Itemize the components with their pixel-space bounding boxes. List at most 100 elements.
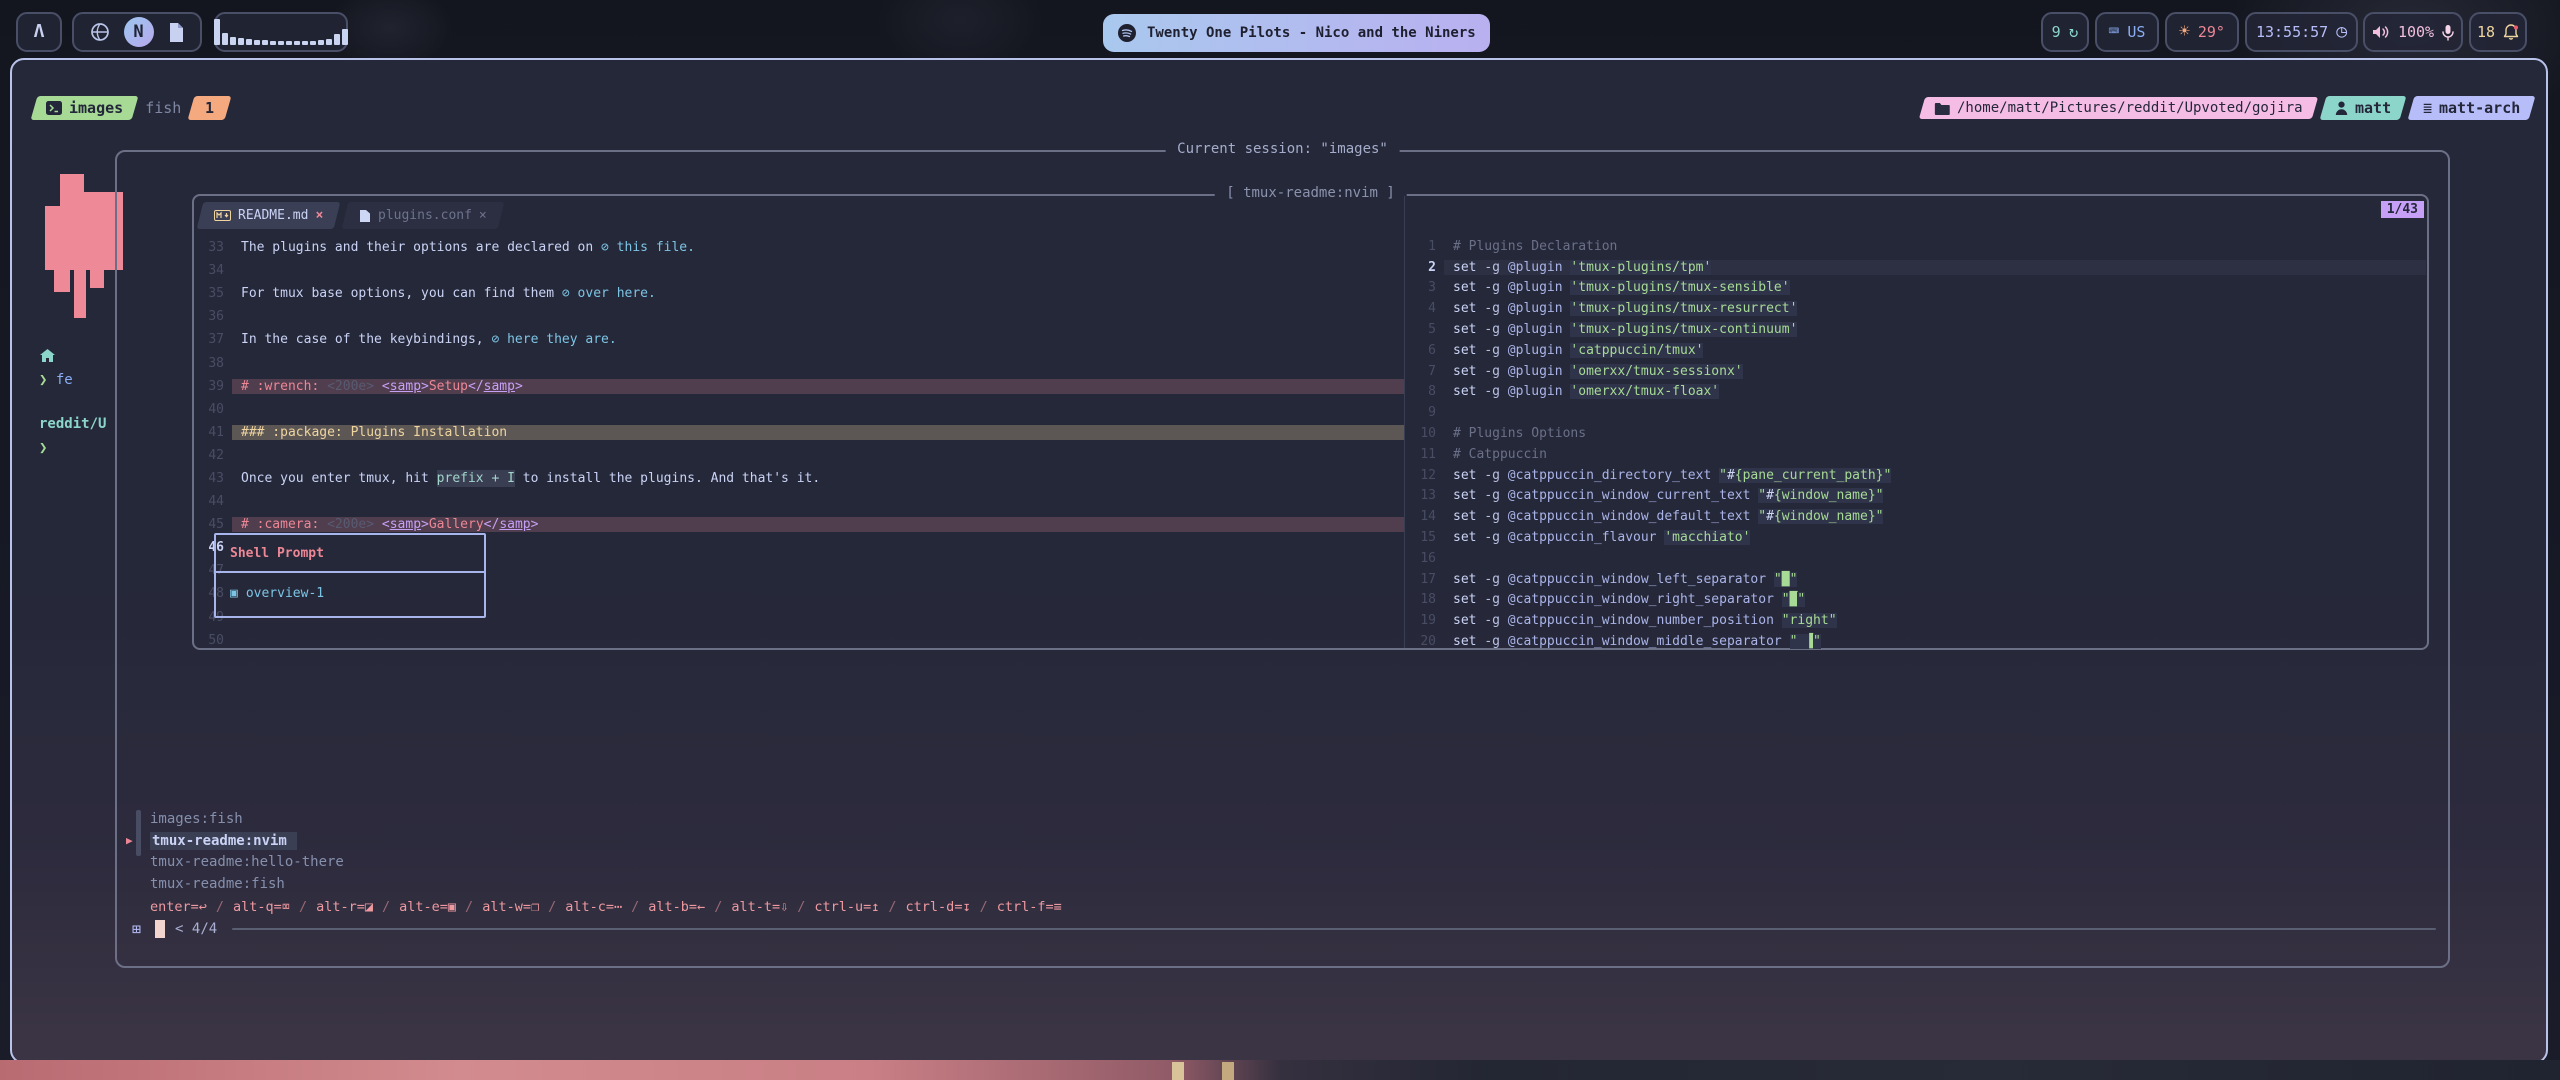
volume-level: 100% bbox=[2398, 23, 2434, 41]
window-grid-icon: ⊞ bbox=[132, 920, 141, 938]
close-tab-icon[interactable]: × bbox=[479, 208, 487, 223]
user-icon bbox=[2335, 101, 2348, 115]
editor-line: 39# :wrench: <200e> <samp>Setup</samp> bbox=[194, 375, 1404, 398]
keyboard-layout-widget[interactable]: ⌨ US bbox=[2095, 12, 2159, 52]
hint-alt-r: alt-r=◪ bbox=[316, 899, 373, 915]
editor-line: 17set -g @catppuccin_window_left_separat… bbox=[1406, 569, 2426, 590]
editor-line: 4set -g @plugin 'tmux-plugins/tmux-resur… bbox=[1406, 298, 2426, 319]
shell-prompt-table: Shell Prompt ▣ overview-1 bbox=[214, 533, 486, 618]
editor-line: 38 bbox=[194, 351, 1404, 374]
terminal-window: images fish 1 /home/matt/Pictures/reddit… bbox=[10, 58, 2548, 1064]
speaker-icon bbox=[2372, 24, 2390, 40]
temperature: 29° bbox=[2198, 23, 2225, 41]
tmux-status-bar: images fish 1 /home/matt/Pictures/reddit… bbox=[34, 94, 2532, 122]
tmux-cwd-segment: /home/matt/Pictures/reddit/Upvoted/gojir… bbox=[1919, 97, 2318, 119]
pane-separator[interactable] bbox=[1404, 196, 1405, 648]
tmux-window-index[interactable]: 1 bbox=[188, 96, 232, 120]
editor-line: 7set -g @plugin 'omerxx/tmux-sessionx' bbox=[1406, 361, 2426, 382]
preview-pane: [ tmux-readme:nvim ] README.md × bbox=[192, 194, 2429, 650]
notifications-widget[interactable]: 18 bbox=[2469, 12, 2527, 52]
neovim-icon[interactable]: N bbox=[124, 17, 154, 47]
editor-line: 20set -g @catppuccin_window_middle_separ… bbox=[1406, 631, 2426, 652]
tab-label: README.md bbox=[238, 208, 308, 223]
dock: N bbox=[72, 12, 202, 52]
weather-widget[interactable]: ☀ 29° bbox=[2165, 12, 2239, 52]
tab-plugins-conf[interactable]: plugins.conf × bbox=[342, 202, 504, 229]
now-playing-widget[interactable]: Twenty One Pilots - Nico and the Niners bbox=[1103, 14, 1490, 52]
editor-line: 14set -g @catppuccin_window_default_text… bbox=[1406, 506, 2426, 527]
tmux-window-name[interactable]: fish bbox=[145, 99, 181, 117]
bg-prompt-dir: reddit/U bbox=[39, 416, 106, 432]
editor-line: 18set -g @catppuccin_window_right_separa… bbox=[1406, 590, 2426, 611]
session-list-item[interactable]: ▶tmux-readme:nvim bbox=[126, 830, 297, 852]
volume-widget[interactable]: 100% bbox=[2363, 12, 2463, 52]
session-name: images:fish bbox=[150, 811, 243, 827]
session-list-item[interactable]: images:fish bbox=[126, 808, 243, 830]
hint-alt-w: alt-w=❐ bbox=[482, 899, 539, 915]
editor-line: 8set -g @plugin 'omerxx/tmux-floax' bbox=[1406, 382, 2426, 403]
browser-icon[interactable] bbox=[90, 22, 110, 42]
editor-line: 11# Catppuccin bbox=[1406, 444, 2426, 465]
updates-widget[interactable]: 9 ↻ bbox=[2041, 12, 2089, 52]
editor-line: 43Once you enter tmux, hit prefix + I to… bbox=[194, 467, 1404, 490]
editor-line: 1# Plugins Declaration bbox=[1406, 236, 2426, 257]
clock-widget[interactable]: 13:55:57 ◷ bbox=[2245, 12, 2358, 52]
bg-prompt-line2: ❯ bbox=[39, 440, 47, 456]
table-cell: ▣ overview-1 bbox=[216, 573, 484, 614]
launcher-button[interactable]: Λ bbox=[16, 12, 62, 52]
hint-ctrl-f: ctrl-f=≡ bbox=[997, 899, 1062, 915]
editor-line: 50 bbox=[194, 629, 1404, 652]
tab-label: plugins.conf bbox=[378, 208, 472, 223]
keybinding-hints: enter=↩/alt-q=⌧/alt-r=◪/alt-e=▣/alt-w=❐/… bbox=[150, 899, 1062, 915]
folder-icon bbox=[1934, 102, 1950, 115]
terminal-icon bbox=[46, 101, 62, 115]
desktop: Λ N Twenty One Pilots - Nico and the Nin… bbox=[0, 0, 2560, 1080]
hint-ctrl-d: ctrl-d=↧ bbox=[906, 899, 971, 915]
close-tab-icon[interactable]: × bbox=[315, 208, 323, 223]
file-manager-icon[interactable] bbox=[168, 22, 185, 43]
editor-line: 36 bbox=[194, 305, 1404, 328]
text-cursor bbox=[155, 920, 165, 938]
editor-line: 10# Plugins Options bbox=[1406, 423, 2426, 444]
preview-title: [ tmux-readme:nvim ] bbox=[1214, 185, 1407, 201]
home-icon bbox=[39, 348, 56, 363]
tab-readme[interactable]: README.md × bbox=[197, 202, 341, 229]
editor-line: 15set -g @catppuccin_flavour 'macchiato' bbox=[1406, 527, 2426, 548]
tab-position-badge: 1/43 bbox=[2381, 201, 2424, 218]
tmux-session-tab[interactable]: images bbox=[31, 96, 139, 120]
updates-count: 9 bbox=[2052, 23, 2061, 41]
session-name: tmux-readme:nvim bbox=[150, 832, 297, 850]
editor-line: 9 bbox=[1406, 402, 2426, 423]
session-list-item[interactable]: tmux-readme:fish bbox=[126, 873, 285, 895]
hint-alt-t: alt-t=⇩ bbox=[731, 899, 788, 915]
host-icon: ≣ bbox=[2423, 99, 2432, 117]
song-title: Twenty One Pilots - Nico and the Niners bbox=[1147, 25, 1476, 41]
tmux-user-segment: matt bbox=[2319, 96, 2406, 120]
editor-line: 6set -g @plugin 'catppuccin/tmux' bbox=[1406, 340, 2426, 361]
hint-alt-e: alt-e=▣ bbox=[399, 899, 456, 915]
editor-line: 33The plugins and their options are decl… bbox=[194, 236, 1404, 259]
bg-prompt-line1: ❯ fe bbox=[39, 372, 73, 388]
image-icon: ▣ bbox=[230, 586, 238, 601]
bell-icon bbox=[2503, 24, 2519, 41]
selection-pointer-icon: ▶ bbox=[126, 834, 150, 847]
tmux-session-name: images bbox=[69, 99, 123, 117]
hint-alt-b: alt-b=← bbox=[648, 899, 705, 915]
editor-line: 12set -g @catppuccin_directory_text "#{p… bbox=[1406, 465, 2426, 486]
arch-launcher-icon: Λ bbox=[34, 23, 45, 41]
wallpaper-strip bbox=[0, 1060, 2560, 1080]
editor-tabline: README.md × plugins.conf × bbox=[200, 202, 501, 229]
editor-line: 35For tmux base options, you can find th… bbox=[194, 282, 1404, 305]
sun-icon: ☀ bbox=[2179, 23, 2190, 41]
session-list-item[interactable]: tmux-readme:hello-there bbox=[126, 851, 344, 873]
editor-line: 13set -g @catppuccin_window_current_text… bbox=[1406, 486, 2426, 507]
spotify-icon bbox=[1117, 23, 1137, 43]
sessionx-popup: Current session: "images" [ tmux-readme:… bbox=[115, 150, 2450, 968]
editor-line: 42 bbox=[194, 444, 1404, 467]
search-prompt[interactable]: ⊞ < 4/4 bbox=[132, 918, 217, 940]
keyboard-icon: ⌨ bbox=[2109, 23, 2120, 41]
popup-title: Current session: "images" bbox=[1165, 141, 1400, 157]
hint-alt-q: alt-q=⌧ bbox=[233, 899, 290, 915]
visualizer-bars bbox=[214, 19, 348, 45]
session-name: tmux-readme:hello-there bbox=[150, 854, 344, 870]
